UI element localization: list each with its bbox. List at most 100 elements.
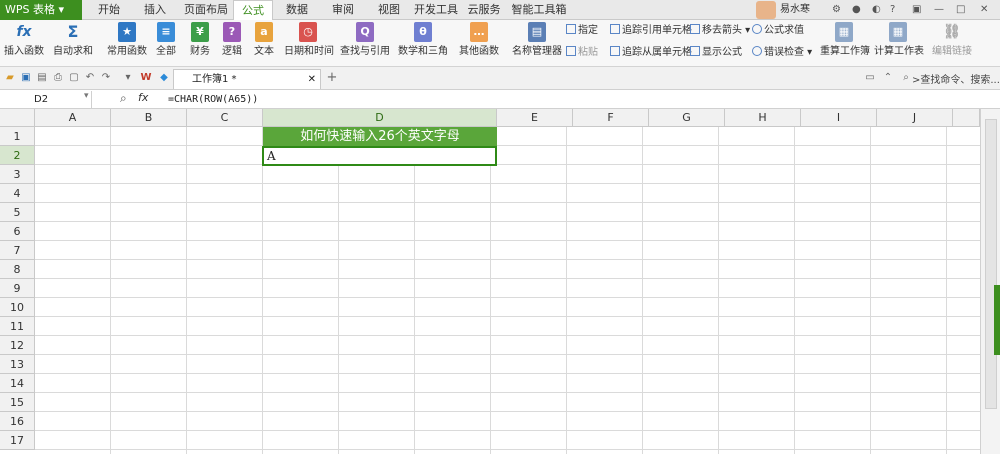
common-functions-button[interactable]: ★ 常用函数	[104, 22, 150, 58]
redo-icon[interactable]: ↷	[100, 72, 112, 84]
logical-button[interactable]: ? 逻辑	[218, 22, 246, 58]
name-manager-button[interactable]: ▤ 名称管理器	[512, 22, 562, 58]
cell-grid[interactable]	[35, 127, 980, 454]
calc-sheet-button[interactable]: ▦ 计算工作表	[874, 22, 924, 58]
export-icon[interactable]: ▤	[36, 72, 48, 84]
tab-page-layout[interactable]: 页面布局	[178, 0, 234, 20]
error-check-button[interactable]: 错误检查 ▾	[752, 46, 812, 60]
column-header-g[interactable]: G	[649, 109, 725, 127]
remove-arrows-button[interactable]: 移去箭头 ▾	[690, 24, 750, 38]
share-icon[interactable]: ◐	[872, 4, 881, 16]
column-header-c[interactable]: C	[187, 109, 263, 127]
tab-cloud[interactable]: 云服务	[464, 0, 504, 20]
trace-dependents-button[interactable]: 追踪从属单元格	[610, 46, 692, 60]
show-formulas-button[interactable]: 显示公式	[690, 46, 742, 60]
side-panel-handle[interactable]	[994, 285, 1000, 355]
column-header-f[interactable]: F	[573, 109, 649, 127]
trace-precedents-button[interactable]: 追踪引用单元格	[610, 24, 692, 38]
undo-icon[interactable]: ↶	[84, 72, 96, 84]
row-header[interactable]: 16	[0, 412, 35, 431]
tab-data[interactable]: 数据	[280, 0, 314, 20]
vertical-scrollbar[interactable]	[980, 109, 1000, 454]
row-header[interactable]: 15	[0, 393, 35, 412]
command-search-input[interactable]: >查找命令、搜索...	[912, 71, 1000, 86]
row-header[interactable]: 14	[0, 374, 35, 393]
new-tab-icon[interactable]: +	[326, 71, 338, 84]
text-button[interactable]: a 文本	[250, 22, 278, 58]
row-header[interactable]: 12	[0, 336, 35, 355]
formula-input[interactable]: =CHAR(ROW(A65))	[168, 91, 258, 108]
collapse-ribbon-icon[interactable]: ⌃	[882, 72, 894, 84]
other-functions-button[interactable]: … 其他函数	[456, 22, 502, 58]
user-name[interactable]: 易水寒	[780, 0, 810, 20]
row-header[interactable]: 6	[0, 222, 35, 241]
minimize-icon[interactable]: —	[934, 4, 944, 16]
avatar[interactable]	[756, 1, 776, 19]
paste-name-button[interactable]: 粘贴	[566, 46, 598, 60]
monitor-icon[interactable]: ▭	[864, 72, 876, 84]
tab-view[interactable]: 视图	[372, 0, 406, 20]
tab-smart-tools[interactable]: 智能工具箱	[510, 0, 568, 20]
tab-review[interactable]: 审阅	[326, 0, 360, 20]
math-trig-button[interactable]: θ 数学和三角	[398, 22, 448, 58]
select-all-corner[interactable]	[0, 109, 35, 127]
tab-workbook1[interactable]: 工作簿1 * ✕	[173, 69, 321, 89]
column-header-b[interactable]: B	[111, 109, 187, 127]
row-header[interactable]: 4	[0, 184, 35, 203]
maximize-icon[interactable]: □	[956, 4, 965, 16]
cube-icon[interactable]: ◆	[158, 72, 170, 84]
close-icon[interactable]: ✕	[980, 4, 988, 16]
column-header-d[interactable]: D	[263, 109, 497, 127]
tab-insert[interactable]: 插入	[138, 0, 172, 20]
all-functions-button[interactable]: ≡ 全部	[152, 22, 180, 58]
column-header-a[interactable]: A	[35, 109, 111, 127]
cell-d1-merged-title[interactable]: 如何快速输入26个英文字母	[263, 127, 497, 146]
tab-home[interactable]: 开始	[92, 0, 126, 20]
zoom-search-icon[interactable]: ⌕	[120, 91, 127, 106]
column-header-i[interactable]: I	[801, 109, 877, 127]
skin-icon[interactable]: ●	[852, 4, 861, 16]
date-time-button[interactable]: ◷ 日期和时间	[284, 22, 334, 58]
open-icon[interactable]: ▰	[4, 72, 16, 84]
row-header[interactable]: 3	[0, 165, 35, 184]
wps-icon[interactable]: W	[140, 72, 152, 84]
tab-formulas[interactable]: 公式	[233, 0, 273, 21]
row-header[interactable]: 13	[0, 355, 35, 374]
app-logo-button[interactable]: WPS 表格 ▾	[0, 0, 82, 20]
help-icon[interactable]: ?	[890, 4, 895, 16]
row-header[interactable]: 8	[0, 260, 35, 279]
row-header[interactable]: 7	[0, 241, 35, 260]
preview-icon[interactable]: ▢	[68, 72, 80, 84]
column-header-e[interactable]: E	[497, 109, 573, 127]
name-box[interactable]: D2	[0, 91, 92, 108]
row-header[interactable]: 17	[0, 431, 35, 450]
define-name-button[interactable]: 指定	[566, 24, 598, 38]
row-header[interactable]: 2	[0, 146, 35, 165]
financial-button[interactable]: ¥ 财务	[186, 22, 214, 58]
close-tab-icon[interactable]: ✕	[308, 70, 316, 89]
recalc-workbook-button[interactable]: ▦ 重算工作簿	[820, 22, 870, 58]
window-mode-icon[interactable]: ▣	[912, 4, 921, 16]
save-icon[interactable]: ▣	[20, 72, 32, 84]
scrollbar-thumb[interactable]	[985, 119, 997, 409]
customize-dropdown-icon[interactable]: ▾	[122, 72, 134, 84]
tab-developer[interactable]: 开发工具	[412, 0, 460, 20]
row-header[interactable]: 11	[0, 317, 35, 336]
column-header-j[interactable]: J	[877, 109, 953, 127]
print-icon[interactable]: ⎙	[52, 72, 64, 84]
edit-links-button[interactable]: ⛓ 编辑链接	[932, 22, 972, 58]
name-box-dropdown-icon[interactable]: ▾	[84, 91, 89, 101]
column-header-k-partial[interactable]	[953, 109, 980, 127]
search-icon[interactable]: ⌕	[900, 72, 912, 84]
lookup-reference-button[interactable]: Q 查找与引用	[340, 22, 390, 58]
evaluate-formula-button[interactable]: 公式求值	[752, 24, 804, 38]
column-header-h[interactable]: H	[725, 109, 801, 127]
cell-d2-active[interactable]: A	[262, 146, 497, 166]
row-header[interactable]: 5	[0, 203, 35, 222]
settings-icon[interactable]: ⚙	[832, 4, 841, 16]
autosum-button[interactable]: Σ 自动求和	[50, 22, 96, 58]
row-header[interactable]: 10	[0, 298, 35, 317]
row-header[interactable]: 1	[0, 127, 35, 146]
insert-function-button[interactable]: fx 插入函数	[4, 22, 44, 58]
fx-button[interactable]: fx	[138, 91, 148, 104]
